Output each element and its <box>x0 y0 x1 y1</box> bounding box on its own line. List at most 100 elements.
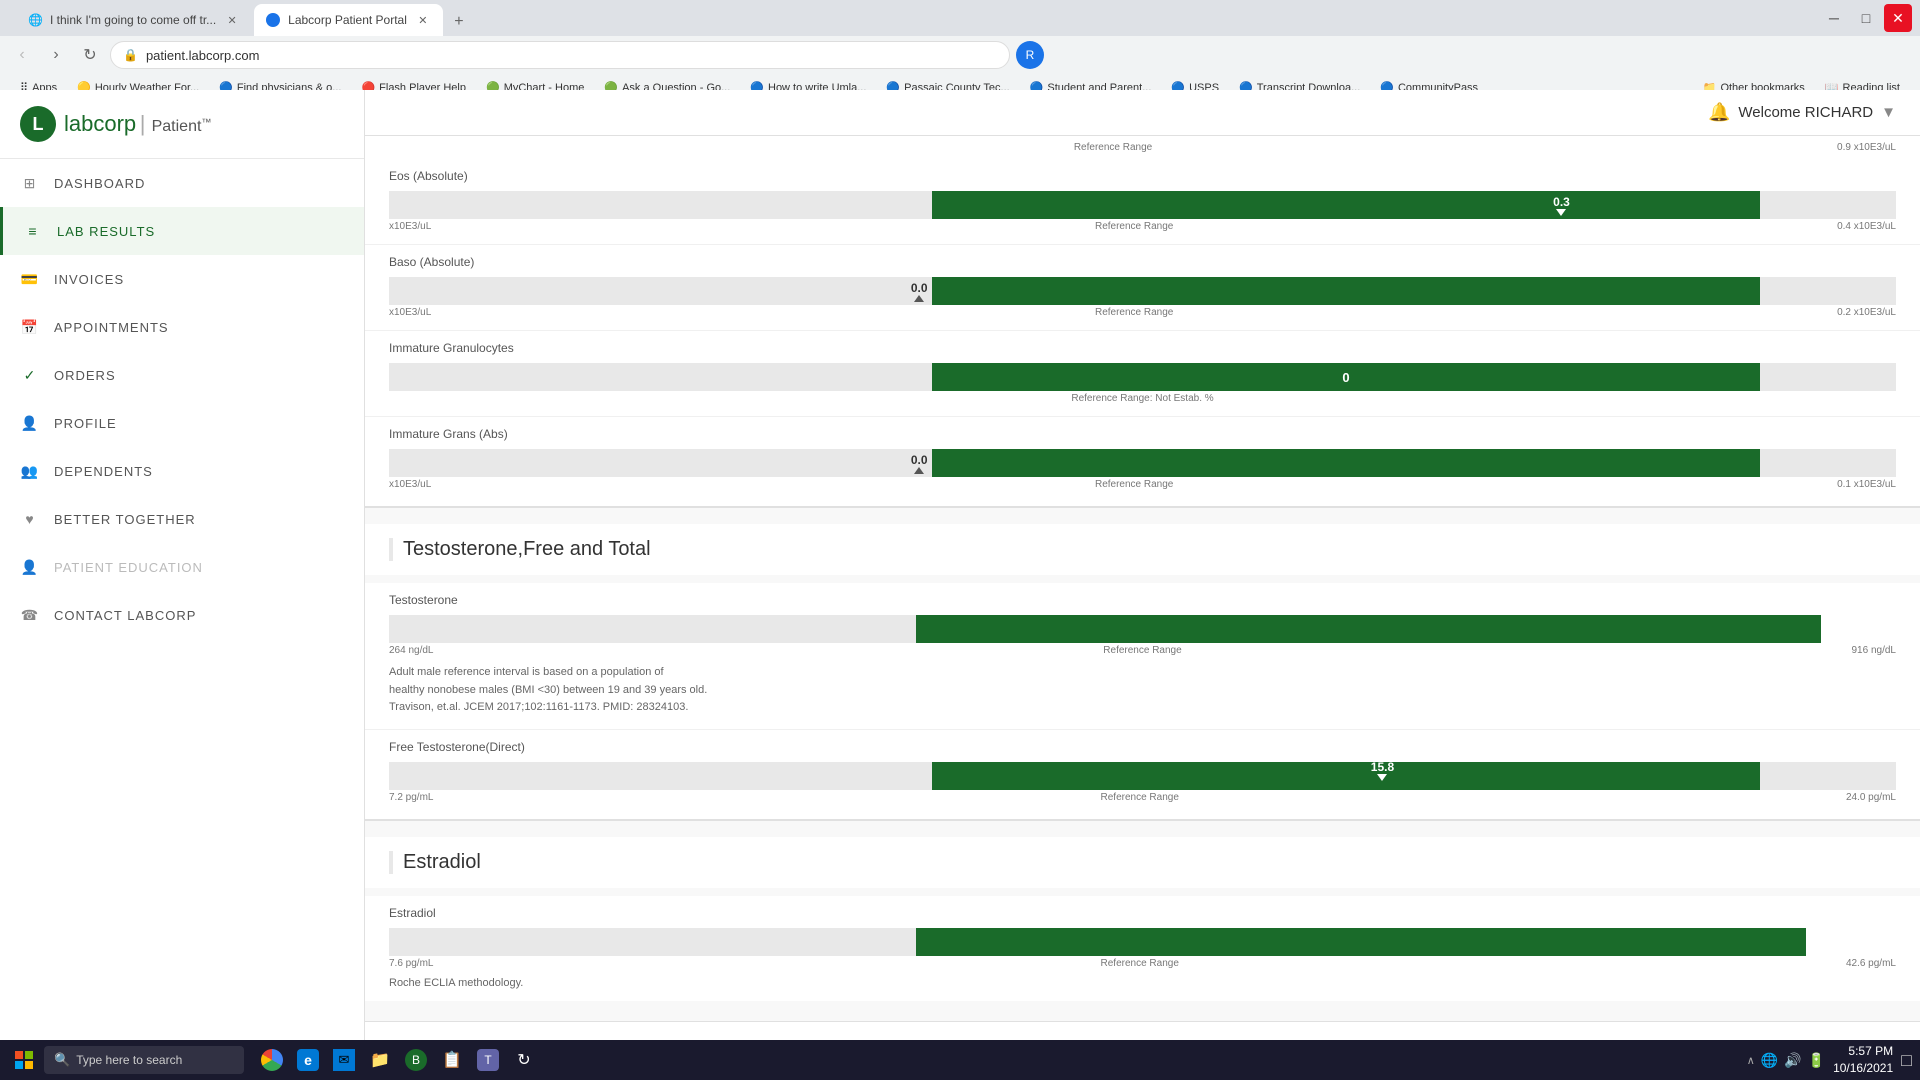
sidebar-item-patient-education[interactable]: 👤 PATIENT EDUCATION <box>0 543 364 591</box>
estradiol-range-labels: 7.6 pg/mL Reference Range 42.6 pg/mL <box>389 958 1896 969</box>
taskbar-app-mail[interactable]: ✉ <box>328 1044 360 1076</box>
sidebar-item-dashboard[interactable]: ⊞ DASHBOARD <box>0 159 364 207</box>
sidebar-item-invoices[interactable]: 💳 INVOICES <box>0 255 364 303</box>
reload-button[interactable]: ↻ <box>76 41 104 69</box>
baso-bar: 0.0 <box>389 277 1896 305</box>
estradiol-section: Estradiol 43.0 - High 7.6 pg/mL Referenc… <box>365 896 1920 1001</box>
estradiol-section-title: Estradiol <box>389 851 1896 874</box>
invoices-icon: 💳 <box>20 269 40 289</box>
estradiol-section-header: Estradiol <box>365 837 1920 888</box>
tab-inactive[interactable]: 🌐 I think I'm going to come off tr... ✕ <box>16 4 252 36</box>
testosterone-bar: 1074 - High <box>389 615 1896 643</box>
sidebar-item-lab-results[interactable]: ≡ LAB RESULTS <box>0 207 364 255</box>
app-container: L labcorp | Patient™ ⊞ DASHBOARD ≡ LAB R… <box>0 90 1920 1080</box>
minimize-button[interactable]: ─ <box>1820 4 1848 32</box>
clock[interactable]: 5:57 PM 10/16/2021 <box>1833 1043 1893 1077</box>
taskbar-app-chrome[interactable] <box>256 1044 288 1076</box>
taskbar-app-refresh[interactable]: ↻ <box>508 1044 540 1076</box>
free-testosterone-bar: 15.8 <box>389 762 1896 790</box>
testosterone-section-header: Testosterone,Free and Total <box>365 524 1920 575</box>
new-tab-button[interactable]: + <box>445 8 473 36</box>
sidebar-logo: L labcorp | Patient™ <box>0 90 364 159</box>
testosterone-footnote: Adult male reference interval is based o… <box>365 658 1920 723</box>
sidebar-item-contact[interactable]: ☎ CONTACT LABCORP <box>0 591 364 639</box>
estradiol-label: Estradiol <box>365 902 1920 924</box>
back-button[interactable]: ‹ <box>8 41 36 69</box>
title-bar: 🌐 I think I'm going to come off tr... ✕ … <box>0 0 1920 36</box>
systray-icons: ∧ 🌐 🔊 🔋 <box>1747 1052 1825 1069</box>
address-bar[interactable]: 🔒 patient.labcorp.com <box>110 41 1010 69</box>
battery-icon[interactable]: 🔋 <box>1808 1052 1825 1069</box>
sidebar-item-dependents[interactable]: 👥 DEPENDENTS <box>0 447 364 495</box>
taskbar: 🔍 Type here to search e ✉ 📁 B 📋 T ↻ ∧ <box>0 1040 1920 1080</box>
tab2-close[interactable]: ✕ <box>415 12 431 28</box>
free-testosterone-label: Free Testosterone(Direct) <box>365 736 1920 758</box>
sidebar-item-orders-label: ORDERS <box>54 368 116 383</box>
tab1-close[interactable]: ✕ <box>224 12 240 28</box>
sidebar-item-dependents-label: DEPENDENTS <box>54 464 153 479</box>
sidebar-item-orders[interactable]: ✓ ORDERS <box>0 351 364 399</box>
systray: ∧ 🌐 🔊 🔋 5:57 PM 10/16/2021 □ <box>1747 1043 1912 1077</box>
sidebar-item-appointments[interactable]: 📅 APPOINTMENTS <box>0 303 364 351</box>
taskbar-app-bitdefender[interactable]: B <box>400 1044 432 1076</box>
estradiol-footnote: Roche ECLIA methodology. <box>365 971 1920 995</box>
immature-gran-section: Immature Granulocytes 0 Reference Range:… <box>365 331 1920 417</box>
dropdown-arrow[interactable]: ▼ <box>1881 104 1896 121</box>
tab1-favicon: 🌐 <box>28 13 42 27</box>
sidebar-item-profile[interactable]: 👤 PROFILE <box>0 399 364 447</box>
start-button[interactable] <box>8 1044 40 1076</box>
main-content: 🔔 Welcome RICHARD ▼ Reference Range 0.9 … <box>365 90 1920 1080</box>
prev-range-ref: Reference Range <box>1074 142 1152 153</box>
notifications-badge[interactable]: □ <box>1901 1050 1912 1071</box>
taskbar-app-files[interactable]: 📁 <box>364 1044 396 1076</box>
taskbar-app-todo[interactable]: 📋 <box>436 1044 468 1076</box>
address-text: patient.labcorp.com <box>146 48 997 63</box>
systray-arrow[interactable]: ∧ <box>1747 1054 1755 1067</box>
immature-gran-bar: 0 <box>389 363 1896 391</box>
sidebar-item-better-together-label: BETTER TOGETHER <box>54 512 196 527</box>
free-testosterone-range-labels: 7.2 pg/mL Reference Range 24.0 pg/mL <box>389 792 1896 803</box>
network-icon[interactable]: 🌐 <box>1761 1052 1778 1069</box>
eos-label: Eos (Absolute) <box>365 165 1920 187</box>
immature-abs-range-labels: x10E3/uL Reference Range 0.1 x10E3/uL <box>389 479 1896 490</box>
patient-education-icon: 👤 <box>20 557 40 577</box>
sidebar-item-lab-results-label: LAB RESULTS <box>57 224 155 239</box>
sidebar-item-appointments-label: APPOINTMENTS <box>54 320 169 335</box>
taskbar-search[interactable]: 🔍 Type here to search <box>44 1046 244 1074</box>
maximize-button[interactable]: □ <box>1852 4 1880 32</box>
logo-patient: Patient <box>152 118 202 135</box>
window-controls: ─ □ ✕ <box>1820 4 1912 32</box>
profile-button[interactable]: R <box>1016 41 1044 69</box>
testosterone-section-title: Testosterone,Free and Total <box>389 538 1896 561</box>
profile-icon: 👤 <box>20 413 40 433</box>
forward-button[interactable]: › <box>42 41 70 69</box>
better-together-icon: ♥ <box>20 509 40 529</box>
testosterone-section: Testosterone 1074 - High 264 ng/dL Refer… <box>365 583 1920 730</box>
sidebar-item-contact-label: CONTACT LABCORP <box>54 608 196 623</box>
testosterone-range-labels: 264 ng/dL Reference Range 916 ng/dL <box>389 645 1896 656</box>
taskbar-app-edge[interactable]: e <box>292 1044 324 1076</box>
orders-icon: ✓ <box>20 365 40 385</box>
clock-time: 5:57 PM <box>1833 1043 1893 1060</box>
sidebar-item-better-together[interactable]: ♥ BETTER TOGETHER <box>0 495 364 543</box>
testosterone-label: Testosterone <box>365 589 1920 611</box>
sidebar-item-invoices-label: INVOICES <box>54 272 124 287</box>
immature-abs-bar: 0.0 <box>389 449 1896 477</box>
tab-active[interactable]: Labcorp Patient Portal ✕ <box>254 4 443 36</box>
sound-icon[interactable]: 🔊 <box>1784 1052 1801 1069</box>
dependents-icon: 👥 <box>20 461 40 481</box>
sidebar-item-patient-education-label: PATIENT EDUCATION <box>54 560 203 575</box>
eos-section: Eos (Absolute) 0.3 x10E3/uL Reference Ra… <box>365 159 1920 245</box>
tab2-favicon <box>266 13 280 27</box>
address-icon: 🔒 <box>123 48 138 62</box>
close-button[interactable]: ✕ <box>1884 4 1912 32</box>
tab1-title: I think I'm going to come off tr... <box>50 13 216 27</box>
immature-abs-section: Immature Grans (Abs) 0.0 x10E3/uL Refere… <box>365 417 1920 508</box>
sidebar-item-profile-label: PROFILE <box>54 416 117 431</box>
previous-row: Reference Range 0.9 x10E3/uL <box>365 136 1920 159</box>
prev-range-right: 0.9 x10E3/uL <box>1837 142 1896 153</box>
tab-bar: 🌐 I think I'm going to come off tr... ✕ … <box>8 0 481 36</box>
taskbar-app-teams[interactable]: T <box>472 1044 504 1076</box>
windows-icon <box>15 1051 33 1069</box>
eos-range-labels: x10E3/uL Reference Range 0.4 x10E3/uL <box>389 221 1896 232</box>
